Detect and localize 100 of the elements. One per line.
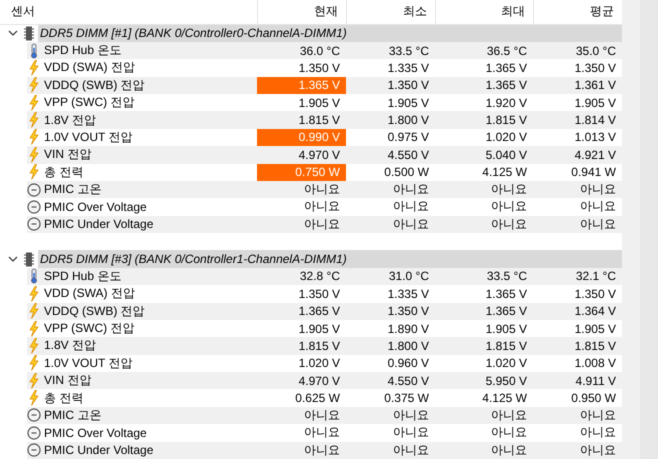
value-cell-text: 1.020 V [484,129,528,146]
value-cell-text: 0.960 V [386,355,430,372]
lightning-icon [27,338,41,354]
value-cell-text: 아니요 [392,406,430,424]
lightning-icon [27,355,41,372]
value-cell-text: 1.350 V [386,77,430,94]
column-header[interactable]: 센서 [0,0,257,24]
value-cell-text: 4.550 V [386,372,430,390]
value-cell-text: 아니요 [579,216,617,233]
value-cell-text: 아니요 [579,424,617,442]
value-cell-text: 1.365 V [484,60,528,77]
value-cell: 0.750 W [257,164,346,181]
sensor-name: VPP (SWC) 전압 [44,94,134,112]
lightning-icon [27,286,41,302]
value-cell-text: 0.950 W [570,390,617,407]
chevron-down-icon[interactable] [8,28,18,38]
value-cell-text: 4.550 V [386,146,430,164]
lightning-icon [27,94,41,111]
value-cell-text: 1.815 V [298,112,341,129]
sensor-name: VIN 전압 [44,372,92,390]
value-cell: 1.365 V [257,76,346,94]
value-cell-text: 1.815 V [484,338,528,355]
value-cell-text: 아니요 [303,198,341,216]
value-cell-text: 33.5 °C [486,268,528,286]
sensor-name: SPD Hub 온도 [44,268,122,285]
value-cell-text: 1.815 V [484,112,528,129]
lightning-icon [27,390,41,406]
sensor-name: PMIC Over Voltage [44,426,147,440]
value-cell-text: 아니요 [490,216,528,233]
value-cell-text: 35.0 °C [574,42,617,60]
value-cell-text: 1.365 V [484,303,528,320]
value-cell-text: 0.941 W [570,164,617,181]
value-cell-text: 아니요 [392,442,430,459]
sensor-name: SPD Hub 온도 [44,42,122,60]
value-cell-text: 1.361 V [574,77,617,94]
value-cell-text: 아니요 [392,424,430,442]
value-cell-text: 1.800 V [386,338,430,355]
sensor-name: 총 전력 [44,164,84,181]
lightning-icon [27,129,41,146]
value-cell-text: 아니요 [490,424,528,442]
value-cell-text: 아니요 [303,424,341,442]
value-cell-text: 아니요 [579,442,617,459]
value-cell-text: 1.905 V [574,94,617,112]
column-header[interactable]: 최대 [435,0,533,24]
value-cell-text: 31.0 °C [388,268,430,286]
value-cell: 0.990 V [257,128,346,146]
value-cell-text: 0.375 W [383,390,430,407]
group-title[interactable]: DDR5 DIMM [#1] (BANK 0/Controller0-ChannelA-DIMM1) [38,24,622,42]
value-cell-text: 1.815 V [298,338,341,355]
value-cell-text: 아니요 [303,216,341,233]
value-cell-text: 0.625 W [294,390,341,407]
value-cell-text: 4.911 V [574,372,617,390]
sensor-name: 1.8V 전압 [44,337,96,354]
chevron-down-icon[interactable] [8,254,18,264]
value-cell-text: 아니요 [392,216,430,233]
chip-icon [24,252,34,267]
group-title[interactable]: DDR5 DIMM [#3] (BANK 0/Controller1-ChannelA-DIMM1) [38,250,622,268]
value-cell-text: 4.970 V [298,146,341,164]
value-cell-text: 4.125 W [481,390,528,407]
sensor-name: VIN 전압 [44,146,92,164]
value-cell-text: 1.814 V [574,112,617,129]
value-cell-text: 아니요 [303,406,341,424]
sensor-name: 1.0V VOUT 전압 [44,128,132,146]
value-cell-text: 0.500 W [383,164,430,181]
lightning-icon [27,112,41,128]
value-cell-text: 1.364 V [574,303,617,320]
value-cell-text: 아니요 [490,181,528,198]
value-cell-text: 1.335 V [386,286,430,302]
lightning-icon [27,320,41,337]
value-cell-text: 1.020 V [484,355,528,372]
value-cell-text: 1.365 V [298,303,341,320]
value-cell-text: 1.020 V [298,355,341,372]
value-cell-text: 1.905 V [298,94,341,112]
value-cell-text: 1.905 V [298,320,341,338]
column-header[interactable]: 현재 [257,0,346,24]
value-cell-text: 1.013 V [574,129,617,146]
value-cell-text: 아니요 [579,181,617,198]
value-cell-text: 33.5 °C [388,42,430,60]
lightning-icon [27,146,41,163]
value-cell-text: 1.815 V [574,338,617,355]
column-header[interactable]: 최소 [346,0,435,24]
value-cell-text: 아니요 [490,442,528,459]
value-cell-text: 1.905 V [574,320,617,338]
value-cell-text: 1.365 V [484,286,528,302]
value-cell-text: 0.975 V [386,129,430,146]
sensor-name: PMIC 고온 [44,406,102,424]
value-cell-text: 36.5 °C [486,42,528,60]
sensor-name: PMIC Under Voltage [44,443,154,458]
value-cell-text: 1.350 V [298,60,341,77]
value-cell-text: 32.8 °C [298,268,341,286]
value-cell-text: 아니요 [392,181,430,198]
value-cell-text: 32.1 °C [574,268,617,286]
value-cell-text: 아니요 [490,198,528,216]
value-cell-text: 1.365 V [484,77,528,94]
chip-icon [24,26,34,41]
value-cell-text: 아니요 [579,406,617,424]
sensor-name: 총 전력 [44,390,84,407]
value-cell-text: 1.008 V [574,355,617,372]
value-cell-text: 아니요 [490,406,528,424]
value-cell-text: 1.350 V [574,286,617,302]
